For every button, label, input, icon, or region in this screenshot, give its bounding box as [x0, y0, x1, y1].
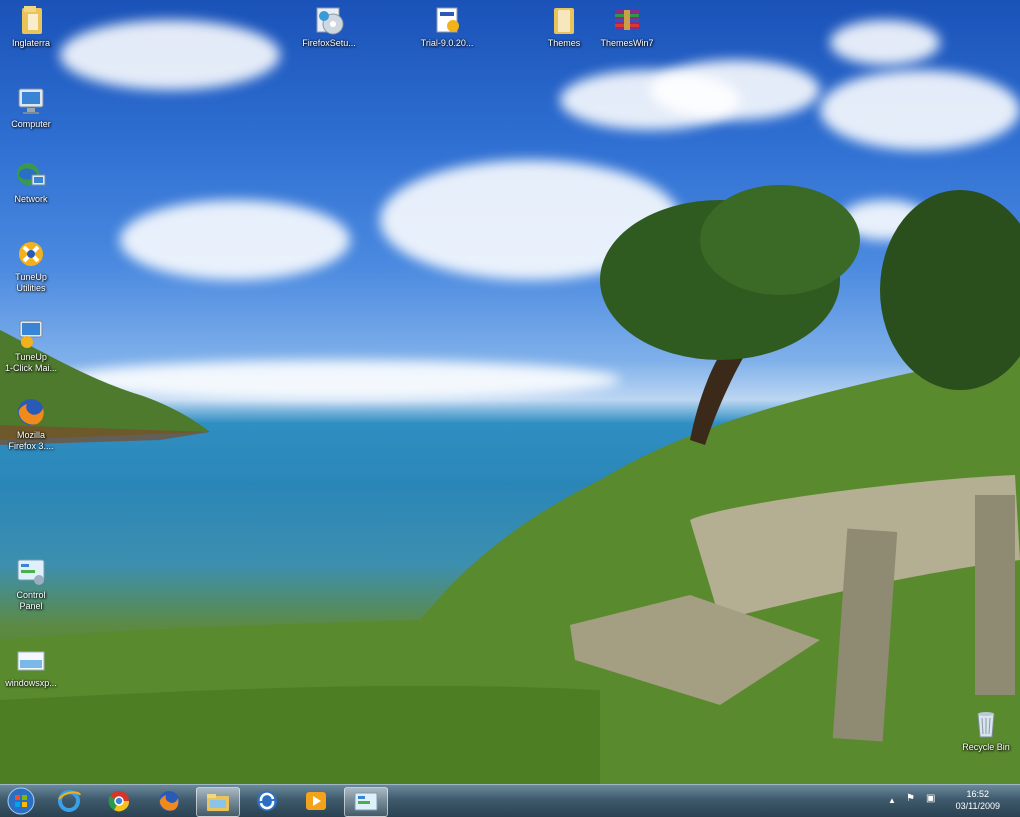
- recycle-bin-icon: [970, 708, 1002, 740]
- setup-disc-icon: [313, 4, 345, 36]
- taskbar-firefox[interactable]: [148, 787, 190, 815]
- taskbar-internet-explorer[interactable]: [48, 787, 90, 815]
- desktop-icon-themes[interactable]: Themes: [533, 4, 595, 49]
- firefox-icon: [15, 396, 47, 428]
- desktop-icon-inglaterra[interactable]: Inglaterra: [0, 4, 62, 49]
- computer-icon: [15, 85, 47, 117]
- control-panel-icon: [354, 792, 378, 811]
- clock-time: 16:52: [966, 789, 990, 799]
- network-tray-icon[interactable]: ▣: [926, 793, 935, 804]
- image-file-icon: [15, 644, 47, 676]
- desktop-icon-windowsxp-file[interactable]: windowsxp...: [0, 644, 62, 689]
- tuneup-1click-icon: [15, 318, 47, 350]
- folder-icon: [15, 4, 47, 36]
- desktop-icon-tuneup-1click[interactable]: TuneUp 1-Click Mai...: [0, 318, 62, 374]
- installer-icon: [431, 4, 463, 36]
- desktop-wallpaper[interactable]: Inglaterra Computer Network TuneUp Utili…: [0, 0, 1020, 784]
- windows-explorer-icon: [207, 794, 229, 811]
- chrome-icon: [108, 791, 130, 812]
- taskbar-update[interactable]: [246, 787, 288, 815]
- archive-icon: [611, 4, 643, 36]
- clock-date: 03/11/2009: [955, 801, 1000, 811]
- taskbar-windows-explorer[interactable]: [196, 787, 240, 817]
- desktop-icon-control-panel[interactable]: Control Panel: [0, 556, 62, 612]
- windows-orb-icon: [7, 787, 35, 815]
- taskbar-media-player[interactable]: [295, 787, 337, 815]
- desktop-icon-themeswin7[interactable]: ThemesWin7: [596, 4, 658, 49]
- desktop-icon-tuneup-utilities[interactable]: TuneUp Utilities: [0, 238, 62, 294]
- desktop-icon-mozilla-firefox[interactable]: Mozilla Firefox 3....: [0, 396, 62, 452]
- desktop-icon-firefoxsetup[interactable]: FirefoxSetu...: [298, 4, 360, 49]
- update-icon: [257, 791, 277, 811]
- firefox-icon: [159, 791, 179, 811]
- network-icon: [15, 160, 47, 192]
- control-panel-icon: [15, 556, 47, 588]
- taskbar-control-panel[interactable]: [344, 787, 388, 817]
- landscape-illustration: [0, 185, 1020, 784]
- desktop-icon-computer[interactable]: Computer: [0, 85, 62, 130]
- folder-icon: [548, 4, 580, 36]
- taskbar-chrome[interactable]: [98, 787, 140, 815]
- desktop-icon-recycle-bin[interactable]: Recycle Bin: [955, 708, 1017, 753]
- desktop-icon-network[interactable]: Network: [0, 160, 62, 205]
- action-center-flag-icon[interactable]: ⚑: [906, 793, 915, 804]
- desktop-icon-trial[interactable]: Trial-9.0.20...: [416, 4, 478, 49]
- media-player-icon: [306, 792, 326, 810]
- internet-explorer-icon: [58, 790, 81, 812]
- taskbar-clock[interactable]: 16:52 03/11/2009: [956, 788, 1000, 812]
- taskbar: ▲ ⚑ ▣ 16:52 03/11/2009: [0, 784, 1020, 817]
- tuneup-icon: [15, 238, 47, 270]
- start-button[interactable]: [0, 787, 42, 815]
- show-hidden-icons-arrow[interactable]: ▲: [888, 796, 896, 805]
